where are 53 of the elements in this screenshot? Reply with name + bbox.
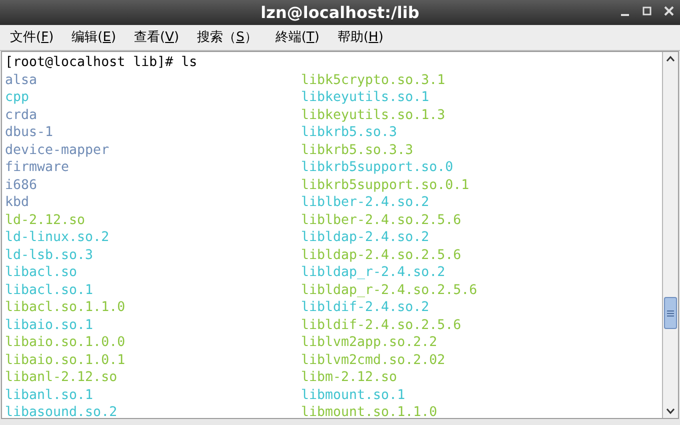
file-name: liblvm2cmd.so.2.02 — [301, 352, 446, 369]
grip-icon — [667, 310, 674, 316]
file-name: crda — [5, 106, 38, 124]
close-icon[interactable] — [664, 5, 674, 17]
file-name: libkeyutils.so.1.3 — [301, 106, 446, 124]
file-name: libaio.so.1 — [5, 316, 94, 334]
file-name: libkrb5support.so.0 — [301, 159, 454, 176]
file-name: libm-2.12.so — [301, 369, 398, 386]
file-name: libkeyutils.so.1 — [301, 89, 430, 106]
file-name: libmount.so.1.1.0 — [301, 404, 438, 422]
file-name: libaio.so.1.0.1 — [5, 352, 126, 369]
file-name: libacl.so.1 — [5, 282, 94, 299]
file-name: libldap-2.4.so.2 — [301, 229, 430, 246]
file-name: firmware — [5, 159, 70, 176]
window-title: lzn@localhost:/lib — [260, 2, 420, 22]
file-name: i686 — [5, 176, 38, 194]
file-name: libacl.so — [5, 264, 78, 282]
file-name: libkrb5.so.3 — [301, 124, 398, 142]
file-name: alsa — [5, 72, 38, 89]
file-name: libacl.so.1.1.0 — [5, 299, 126, 316]
file-name: libkrb5support.so.0.1 — [301, 176, 470, 194]
menu-item[interactable]: 编辑(E) — [70, 28, 118, 48]
file-name: kbd — [5, 194, 30, 212]
menu-item[interactable]: 帮助(H) — [335, 28, 386, 48]
menu-item[interactable]: 終端(T) — [273, 28, 322, 48]
file-name: libldap_r-2.4.so.2.5.6 — [301, 282, 478, 299]
file-name: liblber-2.4.so.2 — [301, 194, 430, 212]
file-name: dbus-1 — [5, 124, 54, 142]
file-name: libldap_r-2.4.so.2 — [301, 264, 446, 282]
file-name: libldif-2.4.so.2 — [301, 299, 430, 316]
file-name: libk5crypto.so.3.1 — [301, 72, 446, 89]
file-name: cpp — [5, 89, 30, 106]
file-name: libmount.so.1 — [301, 386, 406, 404]
maximize-icon[interactable] — [642, 5, 652, 17]
file-name: libldif-2.4.so.2.5.6 — [301, 316, 462, 334]
file-name: libaio.so.1.0.0 — [5, 334, 126, 352]
menu-item[interactable]: 搜索（S） — [195, 28, 260, 48]
scrollbar-thumb[interactable] — [664, 297, 677, 329]
file-name: ld-linux.so.2 — [5, 229, 110, 246]
command-line: [root@localhost lib]# ls — [5, 54, 198, 72]
file-name: liblvm2app.so.2.2 — [301, 334, 438, 352]
file-name: ld-2.12.so — [5, 212, 86, 229]
scrollbar[interactable] — [662, 52, 678, 418]
file-name: liblber-2.4.so.2.5.6 — [301, 212, 462, 229]
menu-item[interactable]: 查看(V) — [132, 28, 182, 48]
file-name: ld-lsb.so.3 — [5, 246, 94, 264]
file-name: libanl-2.12.so — [5, 369, 118, 386]
menu-item[interactable]: 文件(F) — [8, 28, 56, 48]
file-name: libasound.so.2 — [5, 404, 118, 422]
file-name: libanl.so.1 — [5, 386, 94, 404]
file-name: device-mapper — [5, 142, 110, 159]
file-name: libldap-2.4.so.2.5.6 — [301, 246, 462, 264]
file-name: libkrb5.so.3.3 — [301, 142, 414, 159]
